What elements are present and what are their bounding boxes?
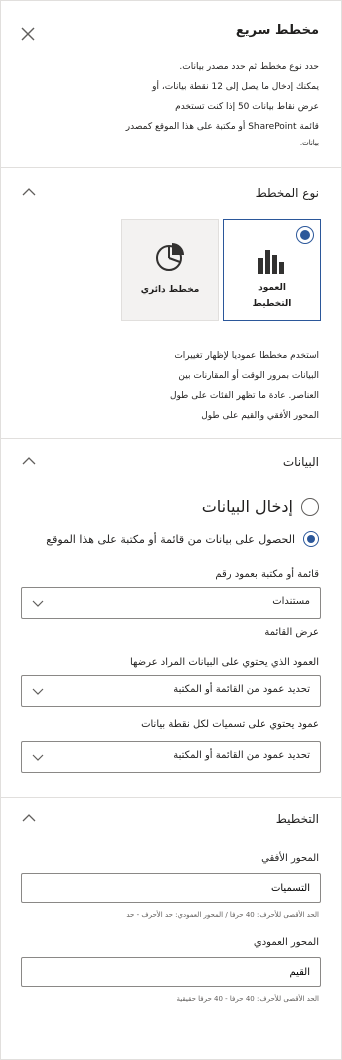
vertical-axis-input[interactable] [21,957,321,987]
radio-button-selected-icon [303,531,319,547]
data-section-title: البيانات [282,455,319,469]
description-line: العناصر. عادة ما تظهر الفئات على طول [169,391,319,401]
column-chart-label-2: التخطيط [252,299,292,309]
layout-section: التخطيط [1,798,341,1059]
chart-type-title: نوع المخطط [255,186,319,200]
labels-column-dropdown[interactable]: تحديد عمود من القائمة أو المكتبة [21,741,321,773]
horizontal-axis-label: المحور الأفقي [261,853,319,864]
description-line: عرض نقاط بيانات 50 إذا كنت تستخدم [175,102,319,112]
pie-chart-label: مخطط دائري [140,285,200,295]
panel-title: مخطط سريع [235,23,319,38]
labels-column-value: تحديد عمود من القائمة أو المكتبة [173,750,310,761]
pie-chart-icon [156,243,184,271]
list-dropdown-value: مستندات [272,596,310,607]
panel-header: مخطط سريع حدد نوع مخطط ثم حدد مصدر بيانا… [1,1,341,168]
list-source-label: الحصول على بيانات من قائمة أو مكتبة على … [46,532,295,546]
chevron-up-icon[interactable] [21,812,37,824]
list-label: قائمة أو مكتبة بعمود رقم [215,569,319,580]
bar-chart-icon [258,250,284,274]
vertical-axis-hint: الحد الأقصى للأحرف: 40 حرفا - 40 حرفا حق… [176,995,319,1003]
column-chart-label: العمود [258,283,286,293]
column-chart-option[interactable]: العمود التخطيط [223,219,321,321]
description-line: قائمة SharePoint أو مكتبة على هذا الموقع… [125,122,319,132]
description-line: المحور الأفقي والقيم على طول [201,411,319,421]
list-view-label: عرض القائمة [264,627,319,638]
close-icon[interactable] [19,25,37,43]
vertical-axis-label: المحور العمودي [253,937,319,948]
description-line: بيانات. [299,139,319,147]
data-column-label: العمود الذي يحتوي على البيانات المراد عر… [129,657,319,668]
chart-type-description: استخدم مخططا عموديا لإظهار تغييرات البيا… [99,346,319,426]
horizontal-axis-hint: الحد الأقصى للأحرف: 40 حرفا / المحور الع… [126,911,319,919]
selected-radio-icon [296,226,314,244]
manual-entry-radio[interactable]: إدخال البيانات [202,497,319,516]
chevron-up-icon[interactable] [21,186,37,198]
manual-entry-label: إدخال البيانات [201,497,293,516]
radio-button-icon [301,497,319,516]
description-line: حدد نوع مخطط ثم حدد مصدر بيانات. [179,62,319,72]
pie-chart-option[interactable]: مخطط دائري [121,219,219,321]
quick-chart-panel: مخطط سريع حدد نوع مخطط ثم حدد مصدر بيانا… [0,0,342,1060]
layout-section-title: التخطيط [275,812,319,826]
chevron-down-icon [32,754,44,761]
data-column-dropdown[interactable]: تحديد عمود من القائمة أو المكتبة [21,675,321,707]
chevron-up-icon[interactable] [21,455,37,467]
description-line: استخدم مخططا عموديا لإظهار تغييرات [174,351,319,361]
list-source-radio[interactable]: الحصول على بيانات من قائمة أو مكتبة على … [46,531,319,547]
chevron-down-icon [32,600,44,607]
chevron-down-icon [32,688,44,695]
labels-column-label: عمود يحتوي على تسميات لكل نقطة بيانات [141,719,319,730]
data-column-value: تحديد عمود من القائمة أو المكتبة [173,684,310,695]
description-line: يمكنك إدخال ما يصل إلى 12 نقطة بيانات، أ… [152,82,319,92]
list-dropdown[interactable]: مستندات [21,587,321,619]
horizontal-axis-input[interactable] [21,873,321,903]
description-line: البيانات بمرور الوقت أو المقارنات بين [178,371,319,381]
panel-description: حدد نوع مخطط ثم حدد مصدر بيانات. يمكنك إ… [19,57,319,149]
